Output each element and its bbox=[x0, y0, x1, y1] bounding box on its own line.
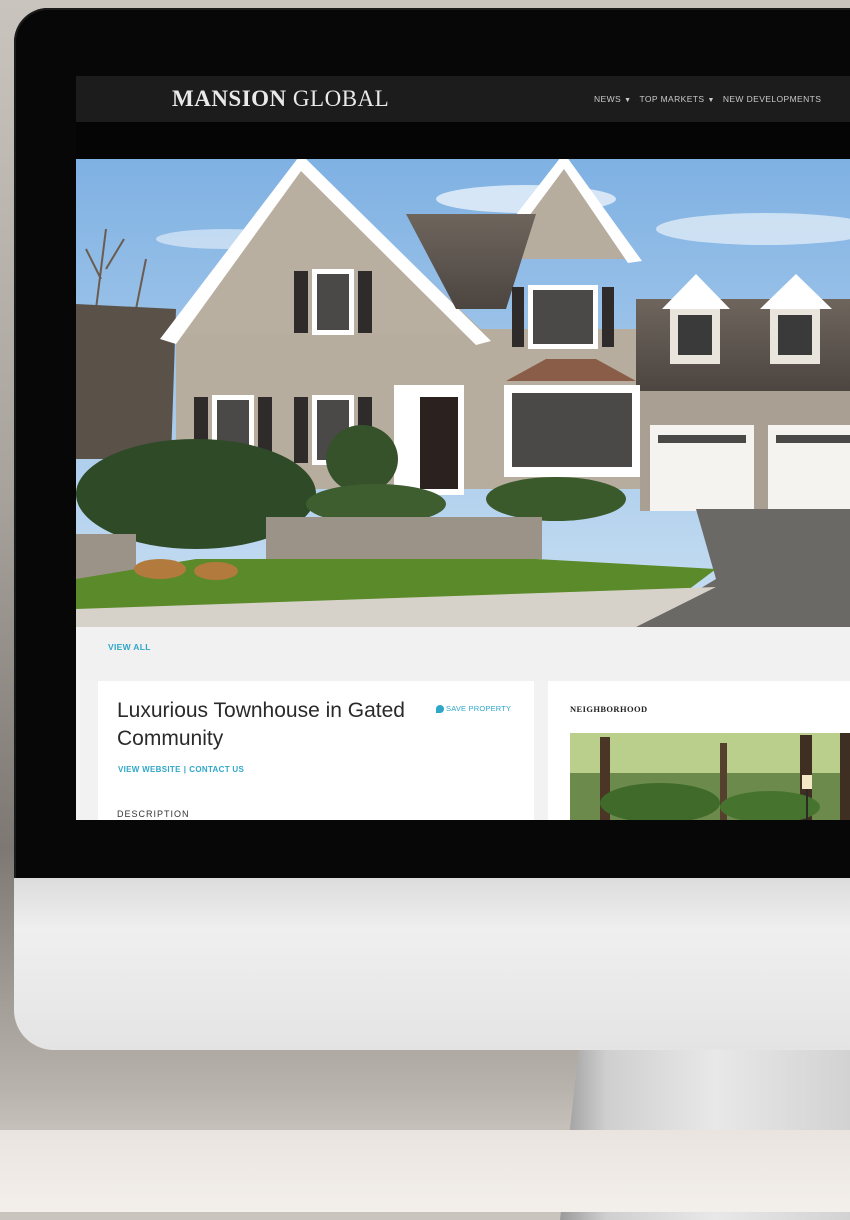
nav-item-top-markets[interactable]: TOP MARKETS ▼ bbox=[639, 94, 714, 104]
listing-title: Luxurious Townhouse in Gated Community bbox=[117, 699, 405, 750]
save-property-label: SAVE PROPERTY bbox=[446, 704, 512, 713]
save-property-button[interactable]: SAVE PROPERTY bbox=[436, 704, 511, 713]
caret-down-icon: ▼ bbox=[624, 97, 632, 104]
property-hero-image[interactable] bbox=[76, 159, 850, 627]
nav-item-news[interactable]: NEWS ▼ bbox=[594, 94, 631, 104]
park-photo-icon bbox=[570, 733, 850, 820]
site-logo[interactable]: MANSION GLOBAL bbox=[172, 86, 389, 112]
description-heading: DESCRIPTION bbox=[117, 809, 190, 819]
header-spacer bbox=[76, 122, 850, 159]
view-all-link[interactable]: VIEW ALL bbox=[108, 642, 151, 652]
contact-us-link[interactable]: CONTACT US bbox=[189, 765, 244, 774]
nav-item-new-developments[interactable]: NEW DEVELOPMENTS bbox=[723, 94, 822, 104]
house-photo-icon bbox=[76, 159, 850, 627]
listing-links: VIEW WEBSITE | CONTACT US bbox=[118, 765, 244, 774]
neighborhood-photo[interactable] bbox=[570, 733, 850, 820]
desk-surface bbox=[0, 1130, 850, 1212]
neighborhood-heading: NEIGHBORHOOD bbox=[570, 704, 648, 714]
monitor-chin bbox=[14, 878, 850, 1050]
view-website-link[interactable]: VIEW WEBSITE bbox=[118, 765, 181, 774]
link-separator: | bbox=[183, 765, 187, 774]
bookmark-icon bbox=[436, 704, 444, 713]
neighborhood-card: NEIGHBORHOOD bbox=[548, 681, 850, 820]
view-all-bar: VIEW ALL bbox=[76, 627, 850, 681]
site-header: MANSION GLOBAL NEWS ▼ TOP MARKETS ▼ NEW DE… bbox=[76, 76, 850, 122]
caret-down-icon: ▼ bbox=[707, 97, 715, 104]
logo-light-text: GLOBAL bbox=[286, 86, 390, 111]
logo-bold-text: MANSION bbox=[172, 86, 287, 111]
listing-card: Luxurious Townhouse in Gated Community S… bbox=[98, 681, 534, 820]
browser-screen: MANSION GLOBAL NEWS ▼ TOP MARKETS ▼ NEW DE… bbox=[76, 76, 850, 820]
main-nav: NEWS ▼ TOP MARKETS ▼ NEW DEVELOPMENTS bbox=[594, 94, 821, 104]
